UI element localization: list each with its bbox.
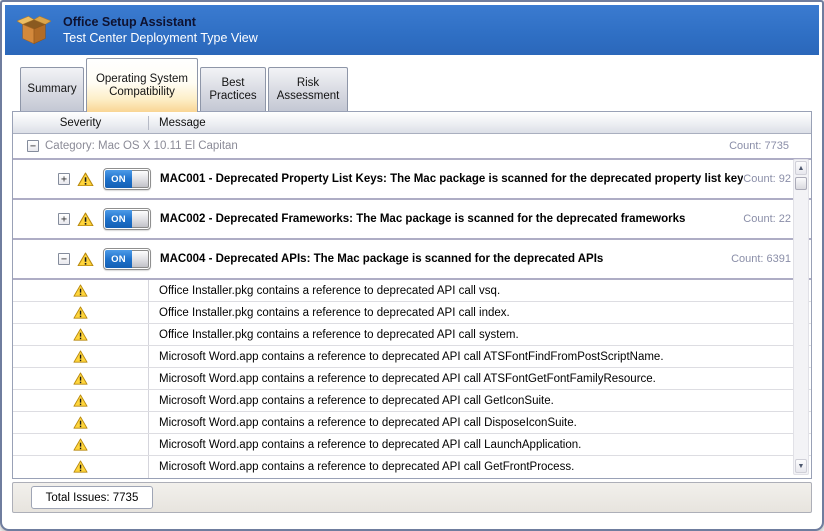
toggle-knob[interactable] xyxy=(132,210,149,228)
status-bar: Total Issues: 7735 xyxy=(12,482,812,513)
issue-message: Microsoft Word.app contains a reference … xyxy=(149,461,574,473)
vertical-scrollbar[interactable]: ▲ ▼ xyxy=(793,159,809,475)
toggle-knob[interactable] xyxy=(132,170,149,188)
warning-icon xyxy=(73,416,88,429)
rule-on-off-toggle[interactable]: ON xyxy=(103,248,151,270)
issue-row[interactable]: Microsoft Word.app contains a reference … xyxy=(13,346,811,368)
issue-message: Office Installer.pkg contains a referenc… xyxy=(149,329,519,341)
total-issues-badge: Total Issues: 7735 xyxy=(31,486,153,509)
warning-icon xyxy=(73,328,88,341)
tab-summary[interactable]: Summary xyxy=(20,67,84,111)
issue-severity-cell xyxy=(13,280,149,301)
app-window: Office Setup Assistant Test Center Deplo… xyxy=(0,0,824,531)
issue-row[interactable]: Microsoft Word.app contains a reference … xyxy=(13,390,811,412)
issue-severity-cell xyxy=(13,346,149,367)
issue-row[interactable]: Microsoft Word.app contains a reference … xyxy=(13,434,811,456)
scrollbar-thumb[interactable] xyxy=(795,177,807,190)
warning-icon xyxy=(73,438,88,451)
issue-row[interactable]: Office Installer.pkg contains a referenc… xyxy=(13,302,811,324)
warning-icon xyxy=(73,306,88,319)
issue-severity-cell xyxy=(13,456,149,478)
app-subtitle: Test Center Deployment Type View xyxy=(63,30,258,46)
issue-row[interactable]: Office Installer.pkg contains a referenc… xyxy=(13,280,811,302)
category-label: Category: Mac OS X 10.11 El Capitan xyxy=(45,140,729,152)
rule-row[interactable]: + ON MAC001 - Deprecated Property List Key… xyxy=(13,160,811,200)
package-icon xyxy=(17,15,51,45)
title-bar: Office Setup Assistant Test Center Deplo… xyxy=(5,5,819,55)
issue-severity-cell xyxy=(13,434,149,455)
warning-icon xyxy=(77,252,94,267)
issue-message: Microsoft Word.app contains a reference … xyxy=(149,395,554,407)
results-list: − Category: Mac OS X 10.11 El Capitan Co… xyxy=(13,134,811,478)
issue-message: Microsoft Word.app contains a reference … xyxy=(149,351,664,363)
issue-severity-cell xyxy=(13,324,149,345)
warning-icon xyxy=(73,284,88,297)
rule-title: MAC004 - Deprecated APIs: The Mac packag… xyxy=(160,253,731,265)
scroll-up-icon[interactable]: ▲ xyxy=(795,161,807,175)
results-panel: Severity Message − Category: Mac OS X 10… xyxy=(12,111,812,479)
issue-row[interactable]: Microsoft Word.app contains a reference … xyxy=(13,456,811,478)
toggle-on-label: ON xyxy=(105,170,132,188)
issues-container: Office Installer.pkg contains a referenc… xyxy=(13,280,811,478)
issue-severity-cell xyxy=(13,390,149,411)
scroll-down-icon[interactable]: ▼ xyxy=(795,459,807,473)
issue-message: Microsoft Word.app contains a reference … xyxy=(149,439,581,451)
column-header-severity[interactable]: Severity xyxy=(13,116,149,130)
issue-severity-cell xyxy=(13,412,149,433)
tab-strip: Summary Operating System Compatibility B… xyxy=(12,55,812,111)
app-title: Office Setup Assistant xyxy=(63,14,258,30)
rule-on-off-toggle[interactable]: ON xyxy=(103,208,151,230)
warning-icon xyxy=(77,212,94,227)
issue-severity-cell xyxy=(13,368,149,389)
collapse-icon[interactable]: − xyxy=(58,253,70,265)
rule-title: MAC001 - Deprecated Property List Keys: … xyxy=(160,173,743,185)
warning-icon xyxy=(73,460,88,473)
rule-row[interactable]: − ON MAC004 - Deprecated APIs: The Mac pac… xyxy=(13,240,811,280)
warning-icon xyxy=(73,394,88,407)
category-row[interactable]: − Category: Mac OS X 10.11 El Capitan Co… xyxy=(13,134,811,160)
expand-icon[interactable]: + xyxy=(58,173,70,185)
warning-icon xyxy=(73,350,88,363)
warning-icon xyxy=(73,372,88,385)
column-header-message[interactable]: Message xyxy=(149,117,206,129)
tab-risk-assessment[interactable]: Risk Assessment xyxy=(268,67,348,111)
issue-row[interactable]: Microsoft Word.app contains a reference … xyxy=(13,368,811,390)
toggle-on-label: ON xyxy=(105,210,132,228)
rules-container: + ON MAC001 - Deprecated Property List Key… xyxy=(13,160,811,280)
warning-icon xyxy=(77,172,94,187)
rule-title: MAC002 - Deprecated Frameworks: The Mac … xyxy=(160,213,743,225)
rule-row[interactable]: + ON MAC002 - Deprecated Frameworks: The M… xyxy=(13,200,811,240)
issue-severity-cell xyxy=(13,302,149,323)
toggle-knob[interactable] xyxy=(132,250,149,268)
expand-icon[interactable]: + xyxy=(58,213,70,225)
toggle-on-label: ON xyxy=(105,250,132,268)
category-count: Count: 7735 xyxy=(729,140,811,152)
column-header-row: Severity Message xyxy=(13,112,811,134)
collapse-icon[interactable]: − xyxy=(27,140,39,152)
issue-message: Microsoft Word.app contains a reference … xyxy=(149,417,577,429)
issue-message: Office Installer.pkg contains a referenc… xyxy=(149,307,510,319)
issue-row[interactable]: Office Installer.pkg contains a referenc… xyxy=(13,324,811,346)
issue-row[interactable]: Microsoft Word.app contains a reference … xyxy=(13,412,811,434)
issue-message: Office Installer.pkg contains a referenc… xyxy=(149,285,500,297)
rule-on-off-toggle[interactable]: ON xyxy=(103,168,151,190)
issue-message: Microsoft Word.app contains a reference … xyxy=(149,373,656,385)
tab-operating-system-compatibility[interactable]: Operating System Compatibility xyxy=(86,58,198,112)
tab-best-practices[interactable]: Best Practices xyxy=(200,67,266,111)
